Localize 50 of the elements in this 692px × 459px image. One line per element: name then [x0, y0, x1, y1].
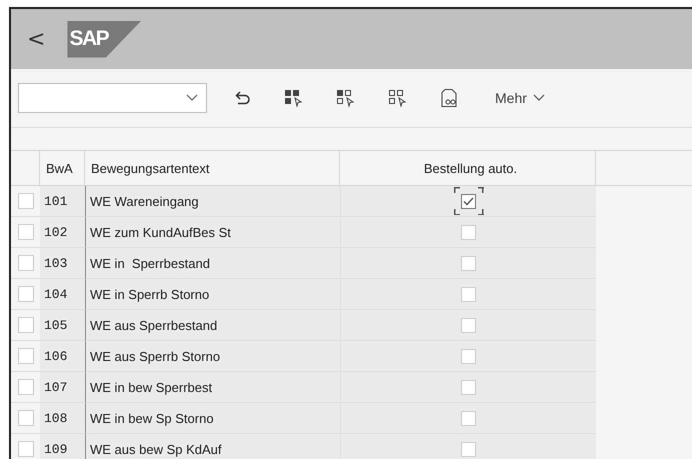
row-selector[interactable]: [18, 224, 34, 240]
column-header[interactable]: BwA: [40, 151, 85, 185]
table-cell: 102: [40, 217, 85, 248]
column-header[interactable]: Bestellung auto.: [340, 151, 596, 185]
row-selector[interactable]: [18, 193, 34, 209]
row-selector[interactable]: [18, 255, 34, 271]
select-block-icon[interactable]: [337, 90, 355, 106]
checkbox[interactable]: [461, 256, 476, 270]
checkbox[interactable]: [461, 442, 476, 456]
table-cell: 107: [40, 372, 85, 403]
checkbox[interactable]: [461, 380, 476, 394]
select-all-icon[interactable]: [285, 90, 303, 106]
sap-logo: SAP: [67, 20, 142, 58]
document-glasses-icon[interactable]: [441, 89, 459, 107]
checkbox[interactable]: [461, 410, 476, 426]
checkbox[interactable]: [461, 318, 476, 332]
row-selector[interactable]: [18, 379, 34, 395]
table-cell: WE zum KundAufBes St: [85, 217, 340, 248]
row-selector[interactable]: [18, 317, 34, 333]
chevron-down-icon: [186, 94, 198, 102]
back-button[interactable]: <: [23, 26, 50, 52]
table-cell: 109: [40, 434, 85, 459]
table-cell: 108: [40, 403, 85, 434]
table-cell: 104: [40, 279, 85, 310]
checkbox[interactable]: [461, 348, 476, 364]
deselect-all-icon[interactable]: [389, 90, 407, 106]
table-cell: WE in bew Sperrbest: [85, 372, 340, 403]
table-cell: 106: [40, 341, 85, 372]
row-selector[interactable]: [18, 410, 34, 426]
table-cell: 103: [40, 248, 85, 279]
column-header[interactable]: Bewegungsartentext: [85, 151, 340, 185]
table-cell: WE aus Sperrbestand: [85, 310, 340, 341]
table-cell: WE in Sperrb Storno: [85, 279, 340, 310]
checkbox[interactable]: [461, 286, 476, 302]
table-cell: 105: [40, 310, 85, 341]
table-cell: WE Wareneingang: [85, 186, 340, 217]
row-selector[interactable]: [18, 441, 34, 457]
more-button[interactable]: Mehr: [493, 88, 547, 108]
table-cell: WE aus Sperrb Storno: [85, 341, 340, 372]
table-cell: WE aus bew Sp KdAuf: [85, 434, 340, 459]
row-selector[interactable]: [18, 286, 34, 302]
chevron-down-icon: [532, 94, 545, 102]
checkbox[interactable]: [461, 224, 476, 240]
row-selector[interactable]: [18, 348, 34, 364]
checkbox[interactable]: [461, 194, 476, 208]
table-cell: 101: [40, 186, 85, 217]
table-cell: WE in bew Sp Storno: [85, 403, 340, 434]
dropdown-field[interactable]: [18, 83, 207, 113]
table-cell: WE in Sperrbestand: [85, 248, 340, 279]
undo-icon[interactable]: [235, 91, 251, 105]
